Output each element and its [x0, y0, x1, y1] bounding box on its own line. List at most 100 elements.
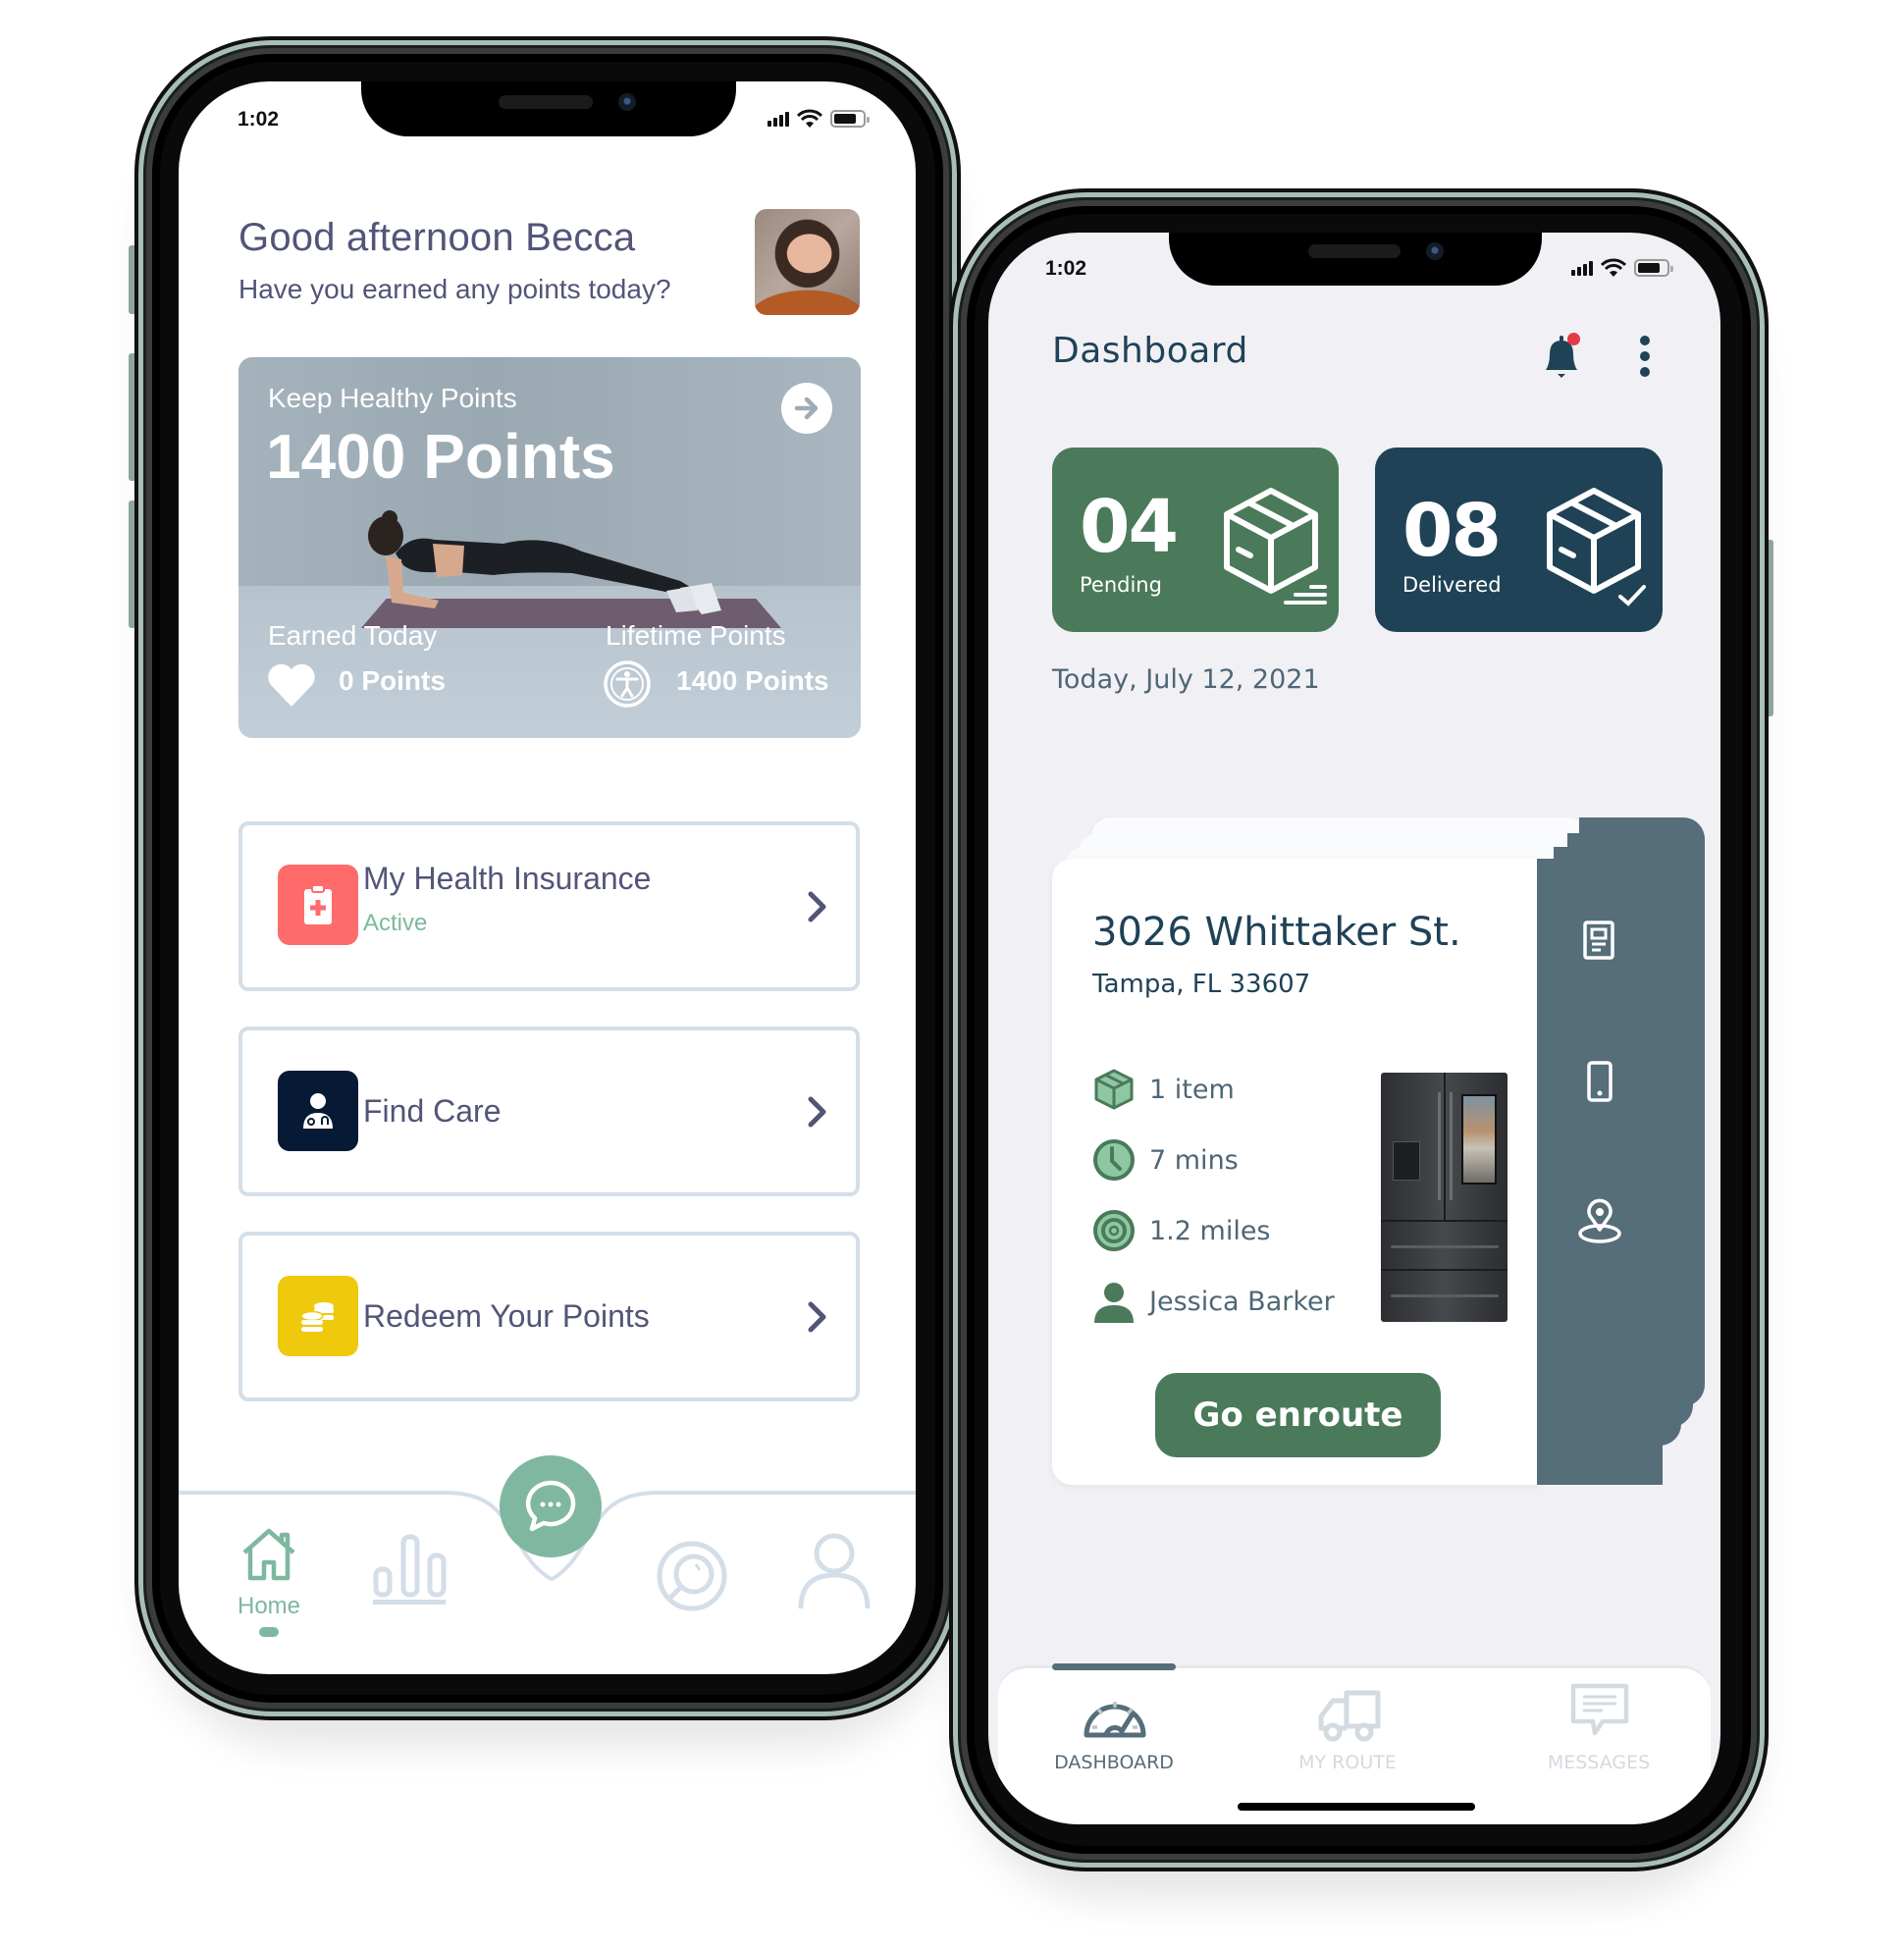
more-options-button[interactable]	[1636, 335, 1654, 378]
wifi-icon	[1601, 258, 1626, 277]
nav-active-indicator	[1052, 1663, 1176, 1670]
points-detail-button[interactable]	[781, 383, 832, 434]
page-title: Dashboard	[1052, 331, 1248, 371]
accessibility-person-icon	[604, 660, 651, 708]
customer-name: Jessica Barker	[1149, 1286, 1335, 1317]
status-icons	[1571, 258, 1673, 278]
notch	[1169, 233, 1542, 286]
menu-icon-box	[278, 1276, 358, 1356]
document-icon[interactable]	[1582, 920, 1615, 961]
eta-time: 7 mins	[1149, 1144, 1239, 1176]
coins-icon	[300, 1302, 334, 1332]
user-avatar[interactable]	[755, 209, 860, 315]
notch	[361, 81, 736, 136]
fridge-handle	[1391, 1245, 1499, 1248]
delivered-count: 08	[1402, 489, 1502, 573]
package-icon	[1094, 1069, 1134, 1110]
menu-item-redeem-points[interactable]: Redeem Your Points	[238, 1232, 860, 1401]
menu-icon-box	[278, 865, 358, 945]
nav-home-label: Home	[238, 1593, 301, 1619]
heart-icon	[268, 663, 315, 707]
current-date: Today, July 12, 2021	[1052, 664, 1320, 695]
package-pending-icon	[1224, 488, 1327, 605]
phone-call-icon[interactable]	[1586, 1060, 1613, 1103]
chevron-right-icon	[808, 1301, 826, 1333]
battery-icon	[830, 110, 870, 128]
left-phone-screen: 1:02 Good afternoon Becca Have you earne…	[179, 81, 916, 1674]
chat-button[interactable]	[500, 1455, 602, 1557]
menu-item-find-care[interactable]: Find Care	[238, 1027, 860, 1196]
notifications-button[interactable]	[1540, 333, 1583, 380]
map-location-icon[interactable]	[1576, 1198, 1623, 1245]
menu-label: Find Care	[363, 1093, 502, 1129]
bar-chart-icon[interactable]	[373, 1533, 448, 1606]
fridge-handle	[1438, 1092, 1441, 1200]
delivery-address: 3026 Whittaker St.	[1092, 910, 1461, 955]
fridge-screen	[1461, 1094, 1497, 1185]
fridge-water-dispenser	[1393, 1141, 1420, 1181]
points-card[interactable]: Keep Healthy Points 1400 Points Earned T…	[238, 357, 861, 738]
speaker	[499, 95, 593, 109]
chat-icon	[525, 1480, 576, 1532]
chevron-right-icon	[808, 1096, 826, 1128]
plank-figure-image	[368, 510, 721, 614]
delivery-city: Tampa, FL 33607	[1092, 970, 1311, 999]
battery-icon	[1634, 259, 1673, 277]
fridge-handle	[1391, 1294, 1499, 1297]
menu-item-health-insurance[interactable]: My Health Insurance Active	[238, 821, 860, 991]
clipboard-medical-icon	[304, 884, 332, 924]
info-row-distance: 1.2 miles	[1092, 1209, 1271, 1252]
menu-label: Redeem Your Points	[363, 1298, 650, 1334]
status-time: 1:02	[1045, 257, 1087, 280]
info-row-customer: Jessica Barker	[1092, 1280, 1335, 1323]
delivered-stat-card[interactable]: 08 Delivered	[1375, 448, 1663, 632]
distance: 1.2 miles	[1149, 1215, 1271, 1246]
home-icon	[242, 1528, 295, 1581]
home-indicator-bar[interactable]	[1238, 1803, 1475, 1811]
arrow-right-icon	[794, 396, 819, 420]
info-row-time: 7 mins	[1092, 1138, 1239, 1182]
clock-icon	[1093, 1139, 1135, 1181]
earned-today-label: Earned Today	[268, 620, 438, 651]
nav-label: DASHBOARD	[1054, 1752, 1174, 1773]
message-icon	[1570, 1683, 1629, 1736]
fridge-drawer-line	[1381, 1269, 1507, 1271]
points-total: 1400 Points	[266, 421, 615, 492]
earned-today-value: 0 Points	[339, 665, 446, 696]
status-icons	[767, 109, 870, 129]
go-enroute-button[interactable]: Go enroute	[1155, 1373, 1441, 1457]
fridge-door-split	[1444, 1073, 1446, 1220]
item-count: 1 item	[1149, 1074, 1235, 1105]
chevron-right-icon	[808, 891, 826, 922]
delivery-action-panel	[1537, 859, 1663, 1485]
nav-label: MY ROUTE	[1298, 1752, 1397, 1773]
target-distance-icon	[1093, 1210, 1135, 1251]
speaker	[1308, 244, 1401, 258]
delivery-card[interactable]: 3026 Whittaker St. Tampa, FL 33607 1 ite…	[1052, 859, 1538, 1485]
pending-label: Pending	[1080, 573, 1162, 597]
truck-icon	[1318, 1690, 1381, 1742]
lifetime-points-value: 1400 Points	[676, 665, 829, 696]
fridge-handle	[1450, 1092, 1453, 1200]
points-card-label: Keep Healthy Points	[268, 383, 517, 413]
menu-icon-box	[278, 1071, 358, 1151]
status-time: 1:02	[238, 108, 280, 131]
info-row-items: 1 item	[1092, 1068, 1235, 1111]
delivered-label: Delivered	[1402, 573, 1502, 597]
pending-stat-card[interactable]: 04 Pending	[1052, 448, 1339, 632]
more-vertical-icon	[1640, 336, 1650, 377]
person-icon	[1094, 1283, 1134, 1323]
fridge-drawer-line	[1381, 1220, 1507, 1222]
greeting-title: Good afternoon Becca	[238, 216, 636, 259]
lifetime-points-label: Lifetime Points	[606, 620, 786, 651]
front-camera	[1426, 242, 1444, 260]
front-camera	[618, 93, 636, 111]
doctor-icon	[303, 1093, 333, 1129]
dashboard-gauge-icon	[1084, 1702, 1146, 1738]
search-icon[interactable]	[656, 1540, 728, 1612]
greeting-subtitle: Have you earned any points today?	[238, 274, 671, 304]
pending-count: 04	[1080, 485, 1179, 569]
nav-label: MESSAGES	[1547, 1752, 1651, 1773]
profile-icon[interactable]	[797, 1532, 872, 1610]
product-image-refrigerator	[1381, 1073, 1507, 1322]
